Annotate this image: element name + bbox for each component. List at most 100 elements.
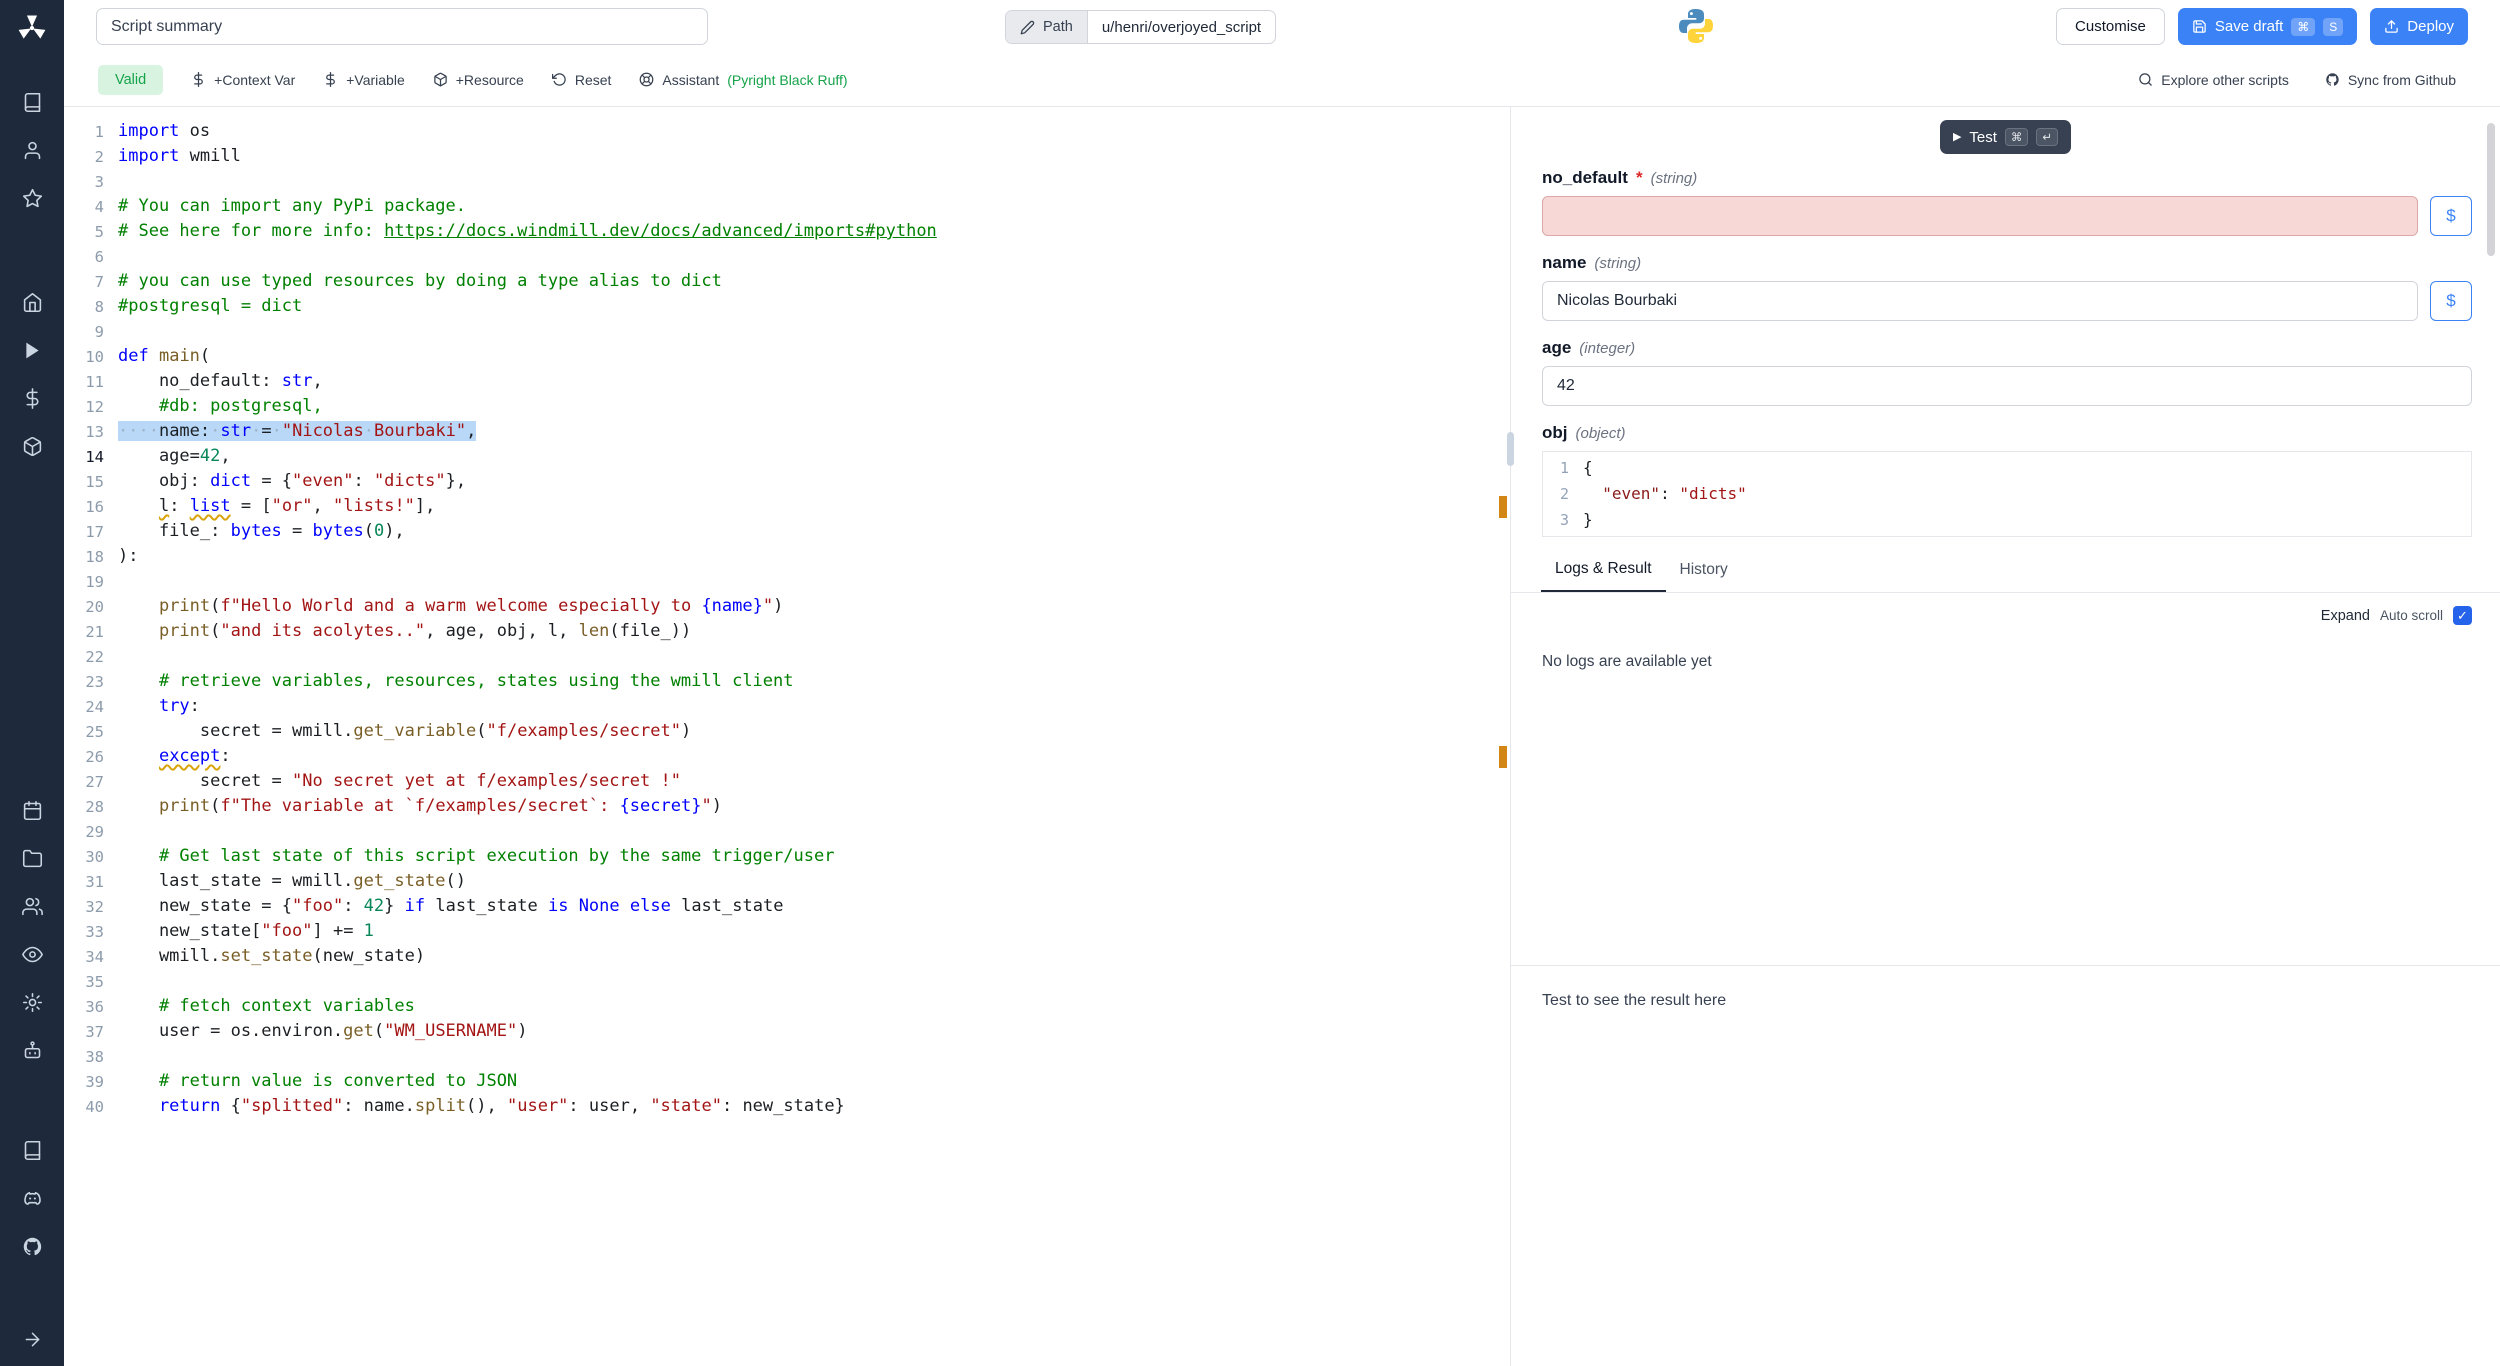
code-line[interactable]: 4# You can import any PyPi package.: [64, 194, 1510, 219]
code-line[interactable]: 21 print("and its acolytes..", age, obj,…: [64, 619, 1510, 644]
line-number: 17: [64, 519, 104, 544]
code-line[interactable]: 27 secret = "No secret yet at f/examples…: [64, 769, 1510, 794]
eye-icon: [22, 944, 43, 965]
code-text: [104, 169, 118, 194]
code-line[interactable]: 13····name:·str·=·"Nicolas·Bourbaki",: [64, 419, 1510, 444]
sidebar-item-discord[interactable]: [22, 1188, 43, 1209]
toolbar-add-variable-button[interactable]: +Variable: [323, 72, 405, 88]
sidebar-item-resources[interactable]: [22, 436, 43, 457]
code-line[interactable]: 5# See here for more info: https://docs.…: [64, 219, 1510, 244]
code-line[interactable]: 28 print(f"The variable at `f/examples/s…: [64, 794, 1510, 819]
expand-sidebar-button[interactable]: [22, 1329, 43, 1350]
sidebar-item-folders[interactable]: [22, 848, 43, 869]
code-line[interactable]: 36 # fetch context variables: [64, 994, 1510, 1019]
code-line[interactable]: 11 no_default: str,: [64, 369, 1510, 394]
sidebar-item-account[interactable]: [22, 140, 43, 161]
code-line[interactable]: 18):: [64, 544, 1510, 569]
name-input[interactable]: [1542, 281, 2418, 321]
no-logs-message: No logs are available yet: [1511, 625, 2500, 671]
deploy-button[interactable]: Deploy: [2370, 8, 2468, 45]
sidebar-item-audit-logs[interactable]: [22, 944, 43, 965]
toolbar-add-context-var-label: +Context Var: [214, 72, 295, 88]
edit-path-button[interactable]: Path: [1006, 11, 1088, 43]
panel-resize-handle[interactable]: [1507, 432, 1514, 466]
code-line[interactable]: 24 try:: [64, 694, 1510, 719]
auto-scroll-checkbox[interactable]: ✓: [2453, 606, 2472, 625]
sidebar-item-docs[interactable]: [22, 92, 43, 113]
code-line[interactable]: 19: [64, 569, 1510, 594]
deploy-icon: [2384, 19, 2399, 34]
code-line[interactable]: 31 last_state = wmill.get_state(): [64, 869, 1510, 894]
sidebar-item-documentation[interactable]: [22, 1140, 43, 1161]
toolbar-sync-from-github-button[interactable]: Sync from Github: [2325, 72, 2456, 88]
sidebar-item-favorites[interactable]: [22, 188, 43, 209]
obj-json-editor[interactable]: 1{2 "even": "dicts"3}: [1542, 451, 2472, 537]
code-line[interactable]: 8#postgresql = dict: [64, 294, 1510, 319]
script-summary-input[interactable]: [96, 8, 708, 45]
tab-logs-result[interactable]: Logs & Result: [1541, 549, 1666, 592]
code-editor[interactable]: 1import os2import wmill34# You can impor…: [64, 107, 1510, 1366]
code-line[interactable]: 35: [64, 969, 1510, 994]
toolbar-add-resource-button[interactable]: +Resource: [433, 72, 524, 88]
code-line[interactable]: 25 secret = wmill.get_variable("f/exampl…: [64, 719, 1510, 744]
sidebar-item-groups[interactable]: [22, 896, 43, 917]
toolbar-add-context-var-button[interactable]: +Context Var: [191, 72, 295, 88]
code-line[interactable]: 6: [64, 244, 1510, 269]
toolbar-assistant-button[interactable]: Assistant(Pyright Black Ruff): [639, 72, 847, 88]
code-line[interactable]: 22: [64, 644, 1510, 669]
code-line[interactable]: 40 return {"splitted": name.split(), "us…: [64, 1094, 1510, 1119]
no_default-insert-variable-button[interactable]: $: [2430, 196, 2472, 236]
code-line[interactable]: 26 except:: [64, 744, 1510, 769]
code-line[interactable]: 3: [64, 169, 1510, 194]
code-line[interactable]: 17 file_: bytes = bytes(0),: [64, 519, 1510, 544]
code-line[interactable]: 12 #db: postgresql,: [64, 394, 1510, 419]
code-text: print("and its acolytes..", age, obj, l,…: [104, 619, 691, 644]
code-line[interactable]: 34 wmill.set_state(new_state): [64, 944, 1510, 969]
sidebar-item-variables[interactable]: [22, 388, 43, 409]
code-line[interactable]: 2import wmill: [64, 144, 1510, 169]
no_default-input[interactable]: [1542, 196, 2418, 236]
code-text: except:: [104, 744, 231, 769]
toolbar-reset-label: Reset: [575, 72, 612, 88]
code-line[interactable]: 14 age=42,: [64, 444, 1510, 469]
code-line[interactable]: 38: [64, 1044, 1510, 1069]
code-line[interactable]: 20 print(f"Hello World and a warm welcom…: [64, 594, 1510, 619]
tab-history[interactable]: History: [1666, 549, 1742, 592]
sidebar-item-home[interactable]: [22, 292, 43, 313]
code-line[interactable]: 15 obj: dict = {"even": "dicts"},: [64, 469, 1510, 494]
test-button[interactable]: ▶ Test ⌘ ↵: [1940, 120, 2071, 154]
age-input[interactable]: [1542, 366, 2472, 406]
code-line[interactable]: 9: [64, 319, 1510, 344]
code-line[interactable]: 10def main(: [64, 344, 1510, 369]
code-line[interactable]: 1import os: [64, 119, 1510, 144]
sidebar-item-schedules[interactable]: [22, 800, 43, 821]
result-tabs: Logs & ResultHistory: [1511, 549, 2500, 593]
save-draft-button[interactable]: Save draft ⌘ S: [2178, 8, 2357, 45]
windmill-logo[interactable]: [16, 12, 48, 44]
line-number: 22: [64, 644, 104, 669]
sidebar-item-settings[interactable]: [22, 992, 43, 1013]
code-line[interactable]: 32 new_state = {"foo": 42} if last_state…: [64, 894, 1510, 919]
code-line[interactable]: 37 user = os.environ.get("WM_USERNAME"): [64, 1019, 1510, 1044]
code-line[interactable]: 29: [64, 819, 1510, 844]
field-row: $: [1542, 281, 2472, 321]
code-line[interactable]: 7# you can use typed resources by doing …: [64, 269, 1510, 294]
text-selection: ····name:·str·=·"Nicolas·Bourbaki",: [118, 421, 476, 441]
json-line-number: 1: [1543, 455, 1569, 481]
sidebar-item-github[interactable]: [22, 1236, 43, 1257]
field-name: no_default: [1542, 168, 1628, 188]
code-line[interactable]: 39 # return value is converted to JSON: [64, 1069, 1510, 1094]
toolbar-explore-other-scripts-button[interactable]: Explore other scripts: [2138, 72, 2289, 88]
line-number: 5: [64, 219, 104, 244]
name-insert-variable-button[interactable]: $: [2430, 281, 2472, 321]
code-line[interactable]: 23 # retrieve variables, resources, stat…: [64, 669, 1510, 694]
customise-button[interactable]: Customise: [2056, 8, 2165, 45]
expand-logs-button[interactable]: Expand: [2321, 608, 2370, 624]
sidebar-item-runs[interactable]: [22, 340, 43, 361]
code-line[interactable]: 33 new_state["foo"] += 1: [64, 919, 1510, 944]
panel-scrollbar[interactable]: [2487, 123, 2495, 256]
toolbar-reset-button[interactable]: Reset: [552, 72, 612, 88]
sidebar-item-workers[interactable]: [22, 1040, 43, 1061]
code-line[interactable]: 30 # Get last state of this script execu…: [64, 844, 1510, 869]
code-line[interactable]: 16 l: list = ["or", "lists!"],: [64, 494, 1510, 519]
